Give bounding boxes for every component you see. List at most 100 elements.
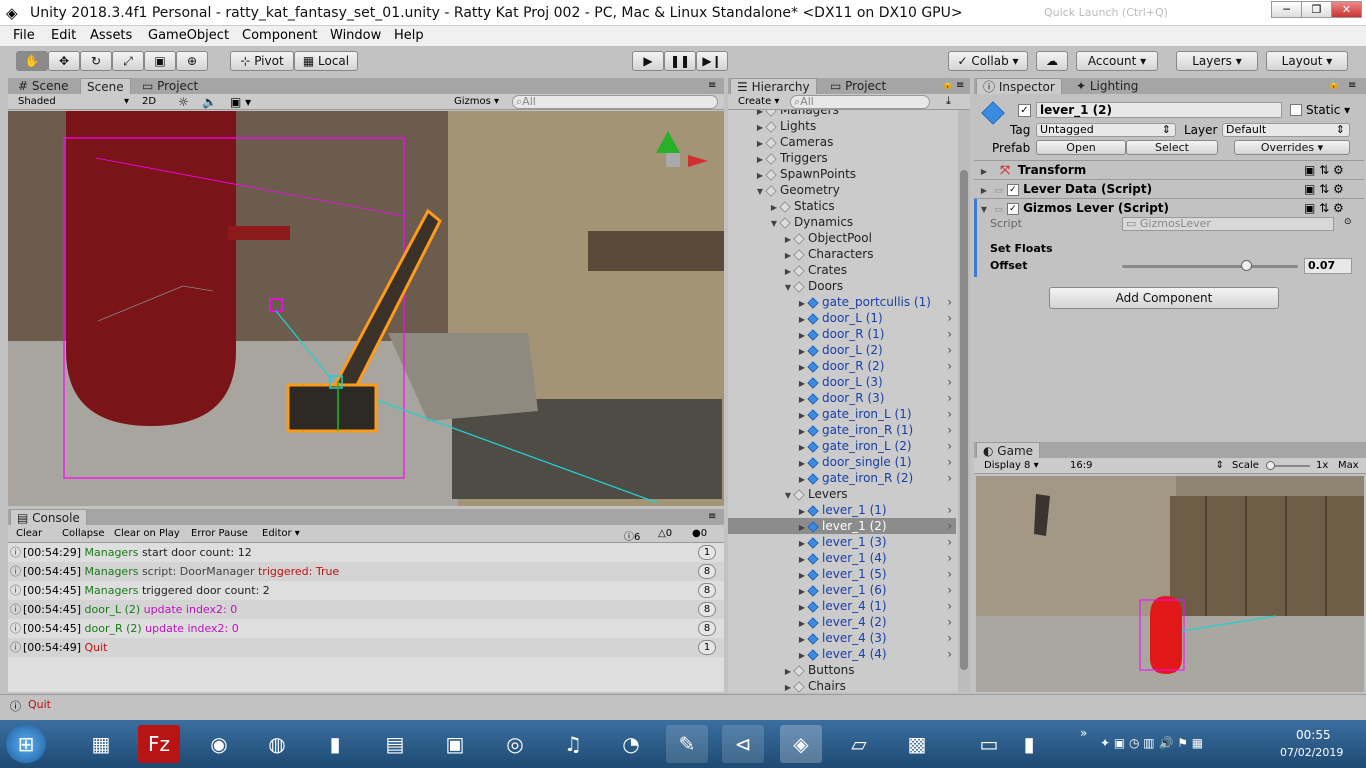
close-button[interactable]: ✕ bbox=[1331, 1, 1362, 18]
status-message[interactable]: Quit bbox=[28, 698, 51, 711]
minimize-button[interactable]: ─ bbox=[1271, 1, 1302, 18]
hierarchy-item[interactable]: ▶ gate_portcullis (1) › bbox=[728, 294, 956, 310]
component-enabled-checkbox[interactable]: ✓ bbox=[1006, 183, 1019, 196]
hand-tool-button[interactable]: ✋ bbox=[16, 51, 48, 71]
collapse-button[interactable]: Collapse bbox=[62, 528, 105, 539]
scale-tool-button[interactable]: ⤢ bbox=[112, 51, 144, 71]
hierarchy-item[interactable]: ▼ Dynamics bbox=[728, 214, 956, 230]
hierarchy-item[interactable]: ▶ SpawnPoints bbox=[728, 166, 956, 182]
rect-tool-button[interactable]: ▣ bbox=[144, 51, 176, 71]
hierarchy-item[interactable]: ▶ door_L (1) › bbox=[728, 310, 956, 326]
offset-slider-track[interactable] bbox=[1122, 265, 1298, 268]
hierarchy-item[interactable]: ▶ door_L (2) › bbox=[728, 342, 956, 358]
tab-project[interactable]: ▭ Project bbox=[824, 78, 892, 94]
prefab-open-arrow-icon[interactable]: › bbox=[947, 390, 952, 406]
hierarchy-item[interactable]: ▶ Cameras bbox=[728, 134, 956, 150]
tab-inspector[interactable]: ⓘ Inspector bbox=[976, 78, 1062, 94]
lock-icon[interactable]: 🔒 bbox=[1328, 80, 1339, 90]
prefab-open-arrow-icon[interactable]: › bbox=[947, 582, 952, 598]
hierarchy-item[interactable]: ▶ lever_4 (1) › bbox=[728, 598, 956, 614]
hierarchy-item[interactable]: ▼ Geometry bbox=[728, 182, 956, 198]
hierarchy-item[interactable]: ▶ door_L (3) › bbox=[728, 374, 956, 390]
tab-hierarchy[interactable]: ☰ Hierarchy bbox=[730, 78, 817, 94]
hierarchy-scrollbar[interactable] bbox=[958, 110, 970, 692]
file-explorer-icon[interactable]: ▮ bbox=[314, 725, 356, 763]
tab-scene-hash[interactable]: # Scene bbox=[12, 78, 74, 94]
console-entry[interactable]: ⓘ [00:54:45] Managers triggered door coun… bbox=[8, 581, 724, 600]
prefab-open-arrow-icon[interactable]: › bbox=[947, 598, 952, 614]
layer-dropdown[interactable]: Default ⇕ bbox=[1222, 123, 1350, 137]
hierarchy-item[interactable]: ▶ lever_1 (3) › bbox=[728, 534, 956, 550]
prefab-open-arrow-icon[interactable]: › bbox=[947, 294, 952, 310]
lock-icon[interactable]: 🔒 bbox=[942, 80, 953, 90]
notepad-icon[interactable]: ▱ bbox=[838, 725, 880, 763]
hierarchy-item[interactable]: ▶ lever_1 (1) › bbox=[728, 502, 956, 518]
account-button[interactable]: Account ▾ bbox=[1076, 51, 1158, 71]
clock-time[interactable]: 00:55 bbox=[1296, 728, 1331, 742]
prefab-open-arrow-icon[interactable]: › bbox=[947, 630, 952, 646]
panel-menu-icon[interactable]: ≡ bbox=[956, 80, 964, 91]
hierarchy-item[interactable]: ▶ gate_iron_L (2) › bbox=[728, 438, 956, 454]
menu-assets[interactable]: Assets bbox=[90, 28, 132, 44]
unity-taskbar-icon[interactable]: ◈ bbox=[780, 725, 822, 763]
audio-app-icon[interactable]: ♫ bbox=[552, 725, 594, 763]
speaker-app-icon[interactable]: ◍ bbox=[256, 725, 298, 763]
maximize-on-play-toggle[interactable]: Max bbox=[1338, 460, 1359, 471]
menu-file[interactable]: File bbox=[13, 28, 35, 44]
hierarchy-item[interactable]: ▶ Crates bbox=[728, 262, 956, 278]
menu-gameobject[interactable]: GameObject bbox=[148, 28, 229, 44]
scrollbar-thumb[interactable] bbox=[960, 170, 968, 670]
collab-button[interactable]: ✓ Collab ▾ bbox=[948, 51, 1028, 71]
display-dropdown[interactable]: Display 8 ▾ bbox=[984, 460, 1039, 471]
scene-visibility-icon[interactable]: ⤓ bbox=[946, 94, 951, 108]
tab-console[interactable]: ▤ Console bbox=[10, 509, 87, 525]
static-checkbox[interactable] bbox=[1290, 104, 1302, 116]
chrome-icon[interactable]: ◎ bbox=[494, 725, 536, 763]
calculator-icon[interactable]: ▦ bbox=[80, 725, 122, 763]
hierarchy-item[interactable]: ▶ Chairs bbox=[728, 678, 956, 692]
hierarchy-item[interactable]: ▶ door_single (1) › bbox=[728, 454, 956, 470]
console-entry[interactable]: ⓘ [00:54:29] Managers start door count: 1… bbox=[8, 543, 724, 562]
maximize-button[interactable]: ❐ bbox=[1301, 1, 1332, 18]
hierarchy-item[interactable]: ▶ door_R (3) › bbox=[728, 390, 956, 406]
computer-icon[interactable]: ▭ bbox=[968, 725, 1010, 763]
gizmos-dropdown[interactable]: Gizmos ▾ bbox=[454, 96, 499, 107]
hierarchy-item[interactable]: ▶ lever_4 (3) › bbox=[728, 630, 956, 646]
sun-icon[interactable]: ☼ bbox=[178, 95, 189, 109]
quick-launch-input[interactable]: Quick Launch (Ctrl+Q) bbox=[1044, 6, 1254, 20]
hierarchy-item[interactable]: ▶ gate_iron_L (1) › bbox=[728, 406, 956, 422]
remote-desktop-icon[interactable]: ▣ bbox=[434, 725, 476, 763]
component-enabled-checkbox[interactable]: ✓ bbox=[1006, 202, 1019, 215]
layers-button[interactable]: Layers ▾ bbox=[1176, 51, 1258, 71]
component-tools-icon[interactable]: ▣ ⇅ ⚙ bbox=[1304, 180, 1344, 198]
prefab-open-arrow-icon[interactable]: › bbox=[947, 518, 952, 534]
hierarchy-item[interactable]: ▶ Triggers bbox=[728, 150, 956, 166]
lever-data-component-header[interactable]: ▶ ▭ ✓ Lever Data (Script) ▣ ⇅ ⚙ bbox=[974, 179, 1364, 198]
prefab-open-arrow-icon[interactable]: › bbox=[947, 406, 952, 422]
prefab-open-arrow-icon[interactable]: › bbox=[947, 342, 952, 358]
script-picker-icon[interactable]: ⊙ bbox=[1344, 217, 1352, 227]
visual-studio-icon[interactable]: ⊲ bbox=[722, 725, 764, 763]
scene-search-input[interactable]: ⌕All bbox=[512, 95, 718, 109]
menu-component[interactable]: Component bbox=[242, 28, 317, 44]
hierarchy-item[interactable]: ▶ door_R (2) › bbox=[728, 358, 956, 374]
menu-window[interactable]: Window bbox=[330, 28, 381, 44]
cloud-button[interactable]: ☁ bbox=[1036, 51, 1068, 71]
prefab-open-arrow-icon[interactable]: › bbox=[947, 550, 952, 566]
play-button[interactable]: ▶ bbox=[632, 51, 664, 71]
paint-app-icon[interactable]: ✎ bbox=[666, 725, 708, 763]
tab-project[interactable]: ▭ Project bbox=[136, 78, 204, 94]
clear-on-play-button[interactable]: Clear on Play bbox=[114, 528, 180, 539]
error-pause-button[interactable]: Error Pause bbox=[191, 528, 248, 539]
local-button[interactable]: ▦ Local bbox=[294, 51, 358, 71]
filezilla-icon[interactable]: Fz bbox=[138, 725, 180, 763]
tray-expand-icon[interactable]: » bbox=[1080, 726, 1087, 740]
rotate-tool-button[interactable]: ↻ bbox=[80, 51, 112, 71]
hierarchy-item[interactable]: ▶ lever_1 (4) › bbox=[728, 550, 956, 566]
layout-button[interactable]: Layout ▾ bbox=[1266, 51, 1348, 71]
console-entry[interactable]: ⓘ [00:54:45] Managers script: DoorManager… bbox=[8, 562, 724, 581]
scale-slider-thumb[interactable] bbox=[1266, 461, 1275, 470]
tab-lighting[interactable]: ✦ Lighting bbox=[1070, 78, 1144, 94]
editor-dropdown[interactable]: Editor ▾ bbox=[262, 528, 300, 539]
aspect-dropdown[interactable]: 16:9 ⇕ bbox=[1070, 460, 1224, 471]
